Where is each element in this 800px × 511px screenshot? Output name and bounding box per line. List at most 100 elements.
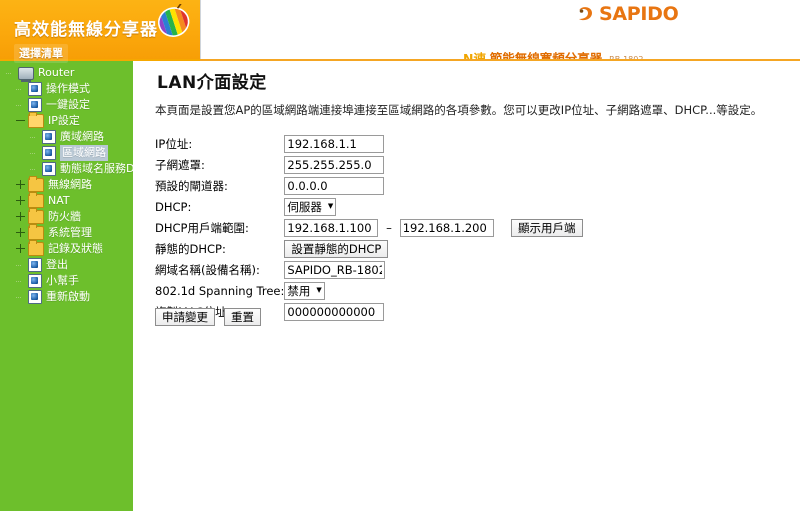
page-icon <box>42 162 56 176</box>
sidebar-item-7[interactable]: NAT <box>3 192 133 209</box>
sidebar-item-1[interactable]: 一鍵設定 <box>3 97 133 113</box>
ip-address-input[interactable] <box>284 134 385 153</box>
folder-icon <box>28 240 44 256</box>
page-icon <box>42 130 56 144</box>
clone-mac-input[interactable] <box>284 302 385 321</box>
brand-block: 高效能無線分享器 選擇清單 <box>0 0 200 63</box>
default-gateway-input[interactable] <box>284 176 385 195</box>
sidebar-item-label: 操作模式 <box>46 82 90 95</box>
dhcp-range-start-input[interactable] <box>284 218 379 237</box>
page-icon <box>28 290 42 304</box>
page-icon <box>42 146 56 160</box>
sidebar-item-label: 記錄及狀態 <box>48 242 103 255</box>
folder-icon <box>28 176 44 192</box>
sidebar-item-13[interactable]: 重新啟動 <box>3 289 133 305</box>
row-static-dhcp: 靜態的DHCP: 設置靜態的DHCP <box>155 238 583 259</box>
sidebar-item-label: 重新啟動 <box>46 290 90 303</box>
ip-address-label: IP位址: <box>155 136 193 151</box>
dhcp-label: DHCP: <box>155 199 192 214</box>
sidebar-item-8[interactable]: 防火牆 <box>3 208 133 225</box>
sidebar: Router 操作模式一鍵設定 IP設定廣域網路區域網路動態域名服務DDNS 無線網… <box>0 61 133 511</box>
reset-button[interactable]: 重置 <box>224 308 261 326</box>
row-default-gateway: 預設的閘道器: <box>155 175 583 196</box>
page-icon <box>28 98 42 112</box>
sidebar-item-10[interactable]: 記錄及狀態 <box>3 240 133 257</box>
sidebar-item-6[interactable]: 無線網路 <box>3 176 133 193</box>
sidebar-item-11[interactable]: 登出 <box>3 257 133 273</box>
router-icon <box>18 66 34 82</box>
menu-tab[interactable]: 選擇清單 <box>14 44 68 63</box>
main-content: LAN介面設定 本頁面是設置您AP的區域網路端連接埠連接至區域網路的各項參數。您… <box>133 61 800 511</box>
sidebar-item-label: IP設定 <box>48 114 80 127</box>
folder-icon <box>28 192 44 208</box>
dhcp-range-end-input[interactable] <box>399 218 494 237</box>
chevron-down-icon: ▼ <box>316 286 322 294</box>
hostname-input[interactable] <box>284 260 386 279</box>
tree-line-icon <box>15 292 26 303</box>
tree-line-icon <box>15 84 26 95</box>
sidebar-item-label: 區域網路 <box>60 145 108 161</box>
chevron-down-icon: ▼ <box>327 202 334 210</box>
navigation-tree: Router 操作模式一鍵設定 IP設定廣域網路區域網路動態域名服務DDNS 無線網… <box>0 61 133 305</box>
hostname-label: 網域名稱(設備名稱): <box>155 262 260 277</box>
top-banner: 高效能無線分享器 選擇清單 SAPIDO <box>0 0 800 66</box>
expand-plus-icon[interactable] <box>15 179 26 191</box>
folder-icon <box>28 224 44 240</box>
collapse-minus-icon[interactable] <box>15 116 26 127</box>
sapido-logo: SAPIDO <box>576 3 679 25</box>
sidebar-item-label: 系統管理 <box>48 226 92 239</box>
default-gateway-label: 預設的閘道器: <box>155 178 228 193</box>
page-description: 本頁面是設置您AP的區域網路端連接埠連接至區域網路的各項參數。您可以更改IP位址… <box>155 103 763 117</box>
dhcp-mode-select[interactable]: 伺服器 ▼ <box>284 197 337 216</box>
range-separator: – <box>386 220 392 235</box>
page-icon <box>28 274 42 288</box>
sidebar-item-4[interactable]: 區域網路 <box>3 145 133 161</box>
folder-open-icon <box>28 112 44 128</box>
row-ip-address: IP位址: <box>155 133 583 154</box>
tree-line-icon <box>29 164 40 175</box>
tree-line-icon <box>15 260 26 271</box>
page-icon <box>28 82 42 96</box>
sidebar-item-label: NAT <box>48 194 70 207</box>
sidebar-item-label: 防火牆 <box>48 210 81 223</box>
sidebar-item-0[interactable]: 操作模式 <box>3 81 133 97</box>
row-spanning-tree: 802.1d Spanning Tree: 禁用 ▼ <box>155 280 583 301</box>
tree-line-icon <box>15 100 26 111</box>
sidebar-item-label: 動態域名服務DDNS <box>60 162 133 175</box>
row-hostname: 網域名稱(設備名稱): <box>155 259 583 280</box>
sidebar-item-5[interactable]: 動態域名服務DDNS <box>3 161 133 177</box>
tree-line-icon <box>29 148 40 159</box>
sidebar-item-router[interactable]: Router <box>3 65 133 82</box>
subnet-mask-input[interactable] <box>284 155 385 174</box>
dhcp-range-label: DHCP用戶端範圍: <box>155 220 249 235</box>
sidebar-item-9[interactable]: 系統管理 <box>3 224 133 241</box>
set-static-dhcp-button[interactable]: 設置靜態的DHCP <box>284 239 389 258</box>
expand-plus-icon[interactable] <box>15 195 26 207</box>
show-clients-button[interactable]: 顯示用戶端 <box>511 218 583 237</box>
apply-changes-button[interactable]: 申請變更 <box>155 308 215 326</box>
sidebar-item-label: 無線網路 <box>48 178 92 191</box>
sapido-ball-icon <box>155 4 193 40</box>
tree-expander-icon[interactable] <box>5 68 16 79</box>
sidebar-item-label: 廣域網路 <box>60 130 104 143</box>
folder-icon <box>28 208 44 224</box>
sidebar-item-label: Router <box>38 66 75 79</box>
expand-plus-icon[interactable] <box>15 243 26 255</box>
tree-line-icon <box>29 132 40 143</box>
sidebar-item-12[interactable]: 小幫手 <box>3 273 133 289</box>
spanning-tree-select[interactable]: 禁用 ▼ <box>284 281 325 300</box>
static-dhcp-label: 靜態的DHCP: <box>155 241 226 256</box>
sapido-swoosh-icon <box>579 7 592 21</box>
settings-table: IP位址: 子網遮罩: 預設的閘道器: DHCP: <box>155 133 583 322</box>
form-actions: 申請變更 重置 <box>155 308 261 326</box>
page-icon <box>28 258 42 272</box>
tree-line-icon <box>15 276 26 287</box>
sidebar-item-label: 登出 <box>46 258 68 271</box>
expand-plus-icon[interactable] <box>15 211 26 223</box>
page-title: LAN介面設定 <box>157 73 267 93</box>
expand-plus-icon[interactable] <box>15 227 26 239</box>
sidebar-item-2[interactable]: IP設定 <box>3 112 133 129</box>
spanning-tree-label: 802.1d Spanning Tree: <box>155 283 285 298</box>
sidebar-item-3[interactable]: 廣域網路 <box>3 129 133 145</box>
sapido-wordmark: SAPIDO <box>599 3 679 25</box>
